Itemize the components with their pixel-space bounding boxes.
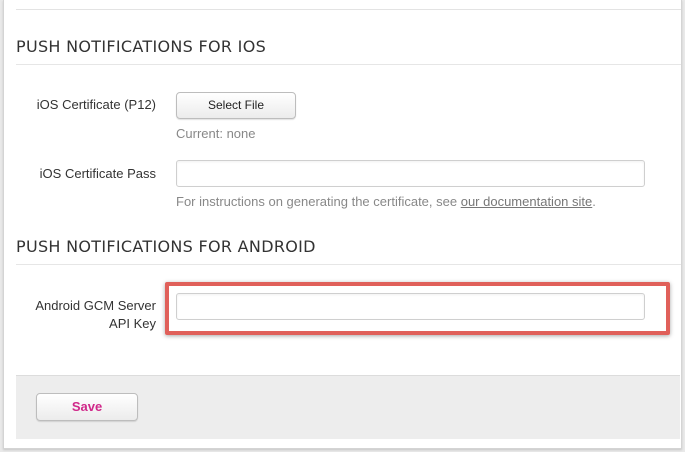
settings-panel: PUSH NOTIFICATIONS FOR IOS iOS Certifica… bbox=[3, 0, 682, 449]
documentation-link[interactable]: our documentation site bbox=[461, 194, 593, 209]
android-section-title: PUSH NOTIFICATIONS FOR ANDROID bbox=[16, 237, 316, 256]
ios-section-divider bbox=[16, 64, 681, 65]
gcm-label-line2: API Key bbox=[109, 316, 156, 331]
gcm-api-key-input[interactable] bbox=[176, 293, 645, 320]
ios-certificate-label: iOS Certificate (P12) bbox=[36, 97, 156, 112]
ios-section-title: PUSH NOTIFICATIONS FOR IOS bbox=[16, 37, 267, 56]
select-file-button[interactable]: Select File bbox=[176, 92, 296, 119]
gcm-api-key-label: Android GCM Server API Key bbox=[16, 297, 156, 333]
gcm-label-line1: Android GCM Server bbox=[35, 298, 156, 313]
android-section-divider bbox=[16, 264, 681, 265]
form-footer: Save bbox=[16, 375, 680, 439]
help-prefix: For instructions on generating the certi… bbox=[176, 194, 461, 209]
save-button[interactable]: Save bbox=[36, 393, 138, 421]
top-divider bbox=[16, 9, 681, 10]
certificate-help-text: For instructions on generating the certi… bbox=[176, 194, 596, 209]
ios-certificate-pass-input[interactable] bbox=[176, 160, 645, 187]
ios-certificate-pass-label: iOS Certificate Pass bbox=[39, 166, 156, 181]
current-certificate-text: Current: none bbox=[176, 126, 256, 141]
help-suffix: . bbox=[592, 194, 596, 209]
